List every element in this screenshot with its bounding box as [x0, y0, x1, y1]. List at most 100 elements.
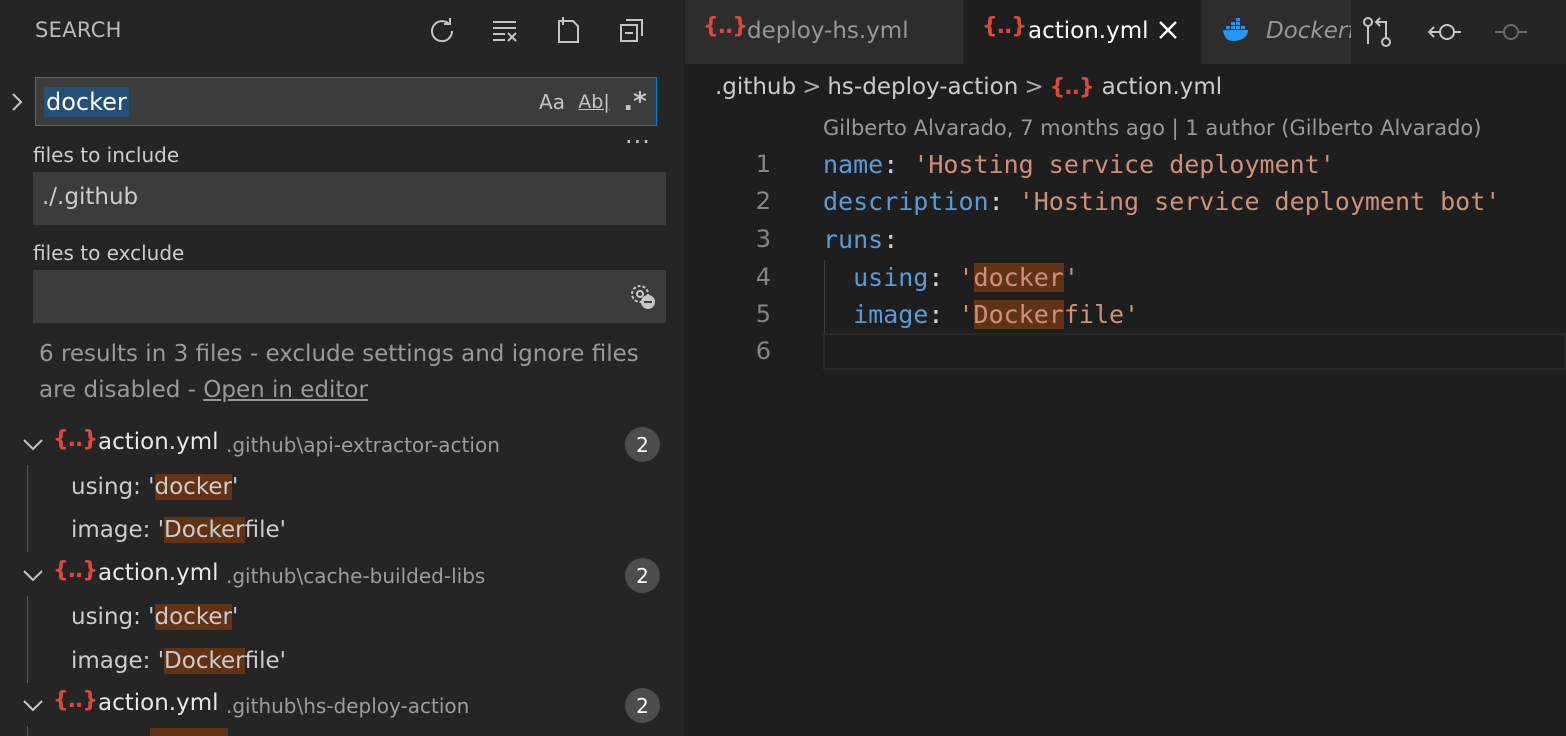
use-exclude-settings-icon[interactable] — [626, 280, 658, 312]
files-to-exclude-input[interactable] — [33, 270, 666, 323]
results-summary: 6 results in 3 files - exclude settings … — [39, 336, 649, 408]
code-text: name: 'Hosting service deployment' — [823, 150, 1335, 179]
match-suffix: ' — [231, 474, 239, 500]
code-text: runs: — [823, 225, 898, 254]
yaml-string: ' — [1063, 263, 1079, 292]
match-prefix: using: ' — [71, 604, 155, 630]
result-file-row[interactable]: {..} action.yml .github\hs-deploy-action… — [0, 686, 684, 726]
yaml-string: 'Hosting service deployment bot' — [1018, 187, 1501, 216]
result-file-name: action.yml — [98, 560, 219, 586]
toggle-replace-chevron-icon[interactable] — [5, 88, 29, 116]
git-blame-codelens[interactable]: Gilberto Alvarado, 7 months ago | 1 auth… — [823, 116, 1481, 140]
match-highlight: Docker — [164, 517, 245, 543]
code-text: description: 'Hosting service deployment… — [823, 187, 1500, 216]
yaml-colon: : — [988, 187, 1019, 216]
match-suffix: file' — [244, 648, 286, 674]
breadcrumb-item[interactable]: .github — [715, 74, 796, 100]
match-suffix: ' — [231, 604, 239, 630]
match-line[interactable]: using: 'docker' — [71, 604, 238, 630]
tab-label: deploy-hs.yml — [747, 18, 909, 44]
yaml-string: file' — [1063, 300, 1140, 329]
yaml-key: description — [823, 187, 989, 216]
result-file-path: .github\api-extractor-action — [226, 433, 500, 457]
chevron-down-icon[interactable] — [20, 692, 46, 718]
yaml-braces-icon: {..} — [53, 427, 98, 452]
line-number: 6 — [755, 337, 771, 365]
result-file-row[interactable]: {..} action.yml .github\cache-builded-li… — [0, 556, 684, 596]
current-line-highlight — [823, 333, 1566, 370]
breadcrumb-item[interactable]: hs-deploy-action — [827, 74, 1018, 100]
match-case-toggle[interactable]: Aa — [536, 86, 568, 118]
tab-deploy-hs[interactable]: {..} deploy-hs.yml — [685, 0, 964, 64]
line-number: 5 — [755, 300, 771, 328]
tab-action-yml[interactable]: {..} action.yml — [964, 0, 1202, 64]
code-line[interactable]: 5 image: 'Dockerfile' — [685, 296, 1566, 333]
result-count-badge: 2 — [625, 427, 660, 462]
line-number: 4 — [755, 263, 771, 291]
yaml-string: 'Hosting service deployment' — [913, 150, 1335, 179]
include-value[interactable]: ./.github — [42, 184, 138, 210]
match-prefix: image: ' — [71, 517, 165, 543]
yaml-string: ' — [958, 263, 974, 292]
yaml-colon: : — [883, 150, 914, 179]
result-file-path: .github\hs-deploy-action — [226, 694, 470, 718]
code-line[interactable]: 3 runs: — [685, 221, 1566, 258]
result-file-row[interactable]: {..} action.yml .github\api-extractor-ac… — [0, 425, 684, 465]
result-file-name: action.yml — [98, 429, 219, 455]
collapse-all-icon[interactable] — [612, 10, 652, 50]
yaml-braces-icon: {..} — [53, 688, 98, 713]
yaml-string: ' — [958, 300, 974, 329]
match-highlight-partial — [150, 728, 228, 736]
tab-dockerfile[interactable]: Dockerfile — [1202, 0, 1372, 64]
code-text: image: 'Dockerfile' — [823, 300, 1139, 329]
find-match-highlight: docker — [973, 263, 1064, 292]
tab-label: action.yml — [1028, 18, 1149, 44]
yaml-colon: : — [928, 300, 959, 329]
result-file-name: action.yml — [98, 690, 219, 716]
new-search-editor-icon[interactable] — [548, 10, 588, 50]
breadcrumb-item[interactable]: action.yml — [1102, 74, 1223, 100]
match-highlight: docker — [154, 604, 232, 630]
match-line[interactable]: using: 'docker' — [71, 474, 238, 500]
code-line[interactable]: 2 description: 'Hosting service deployme… — [685, 183, 1566, 220]
line-number: 2 — [755, 187, 771, 215]
refresh-icon[interactable] — [422, 10, 462, 50]
match-line[interactable]: image: 'Dockerfile' — [71, 648, 286, 674]
open-in-editor-link[interactable]: Open in editor — [203, 377, 368, 403]
tree-indent-guide — [27, 596, 28, 683]
yaml-key: image — [823, 300, 929, 329]
chevron-down-icon[interactable] — [20, 431, 46, 457]
yaml-key: name — [823, 150, 884, 179]
toggle-search-details-icon[interactable]: ··· — [625, 128, 651, 156]
go-back-icon[interactable] — [1427, 14, 1463, 50]
match-whole-word-toggle[interactable]: Ab| — [577, 86, 611, 118]
code-line[interactable]: 4 using: 'docker' — [685, 259, 1566, 296]
find-match-highlight: Docker — [973, 300, 1064, 329]
exclude-label: files to exclude — [33, 241, 185, 265]
close-icon[interactable] — [1155, 17, 1181, 43]
compare-changes-icon[interactable] — [1359, 14, 1395, 50]
result-file-path: .github\cache-builded-libs — [226, 564, 486, 588]
yaml-braces-icon: {..} — [53, 558, 98, 583]
use-regex-toggle[interactable]: .* — [620, 86, 650, 118]
line-number: 3 — [755, 225, 771, 253]
match-highlight: docker — [154, 474, 232, 500]
result-count-badge: 2 — [625, 688, 660, 723]
search-input[interactable]: docker Aa Ab| .* — [35, 77, 657, 126]
match-line[interactable]: image: 'Dockerfile' — [71, 517, 286, 543]
docker-whale-icon — [1223, 18, 1248, 41]
tab-bar: {..} deploy-hs.yml {..} action.yml Docke… — [685, 0, 1566, 64]
clear-results-icon[interactable] — [485, 10, 525, 50]
tree-indent-guide — [27, 465, 28, 552]
search-sidebar: SEARCH docker Aa Ab| .* ··· files to inc… — [0, 0, 684, 736]
go-forward-icon[interactable] — [1493, 14, 1529, 50]
code-line[interactable]: 1 name: 'Hosting service deployment' — [685, 146, 1566, 183]
yaml-braces-icon: {..} — [1049, 75, 1095, 100]
sidebar-title: SEARCH — [35, 18, 122, 42]
search-input-value[interactable]: docker — [44, 87, 129, 117]
yaml-key: using — [823, 263, 929, 292]
chevron-down-icon[interactable] — [20, 562, 46, 588]
match-prefix: using: ' — [71, 474, 155, 500]
yaml-colon: : — [928, 263, 959, 292]
files-to-include-input[interactable]: ./.github — [33, 172, 666, 225]
